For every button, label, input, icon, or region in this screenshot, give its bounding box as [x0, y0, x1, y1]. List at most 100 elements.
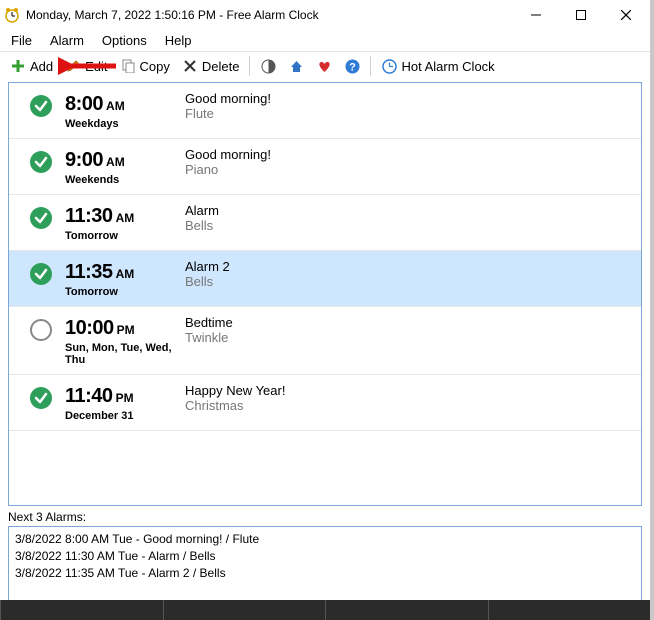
alarm-toggle[interactable]: [17, 259, 65, 285]
alarm-time-cell: 8:00AM Weekdays: [65, 91, 185, 130]
pencil-icon: [65, 58, 81, 74]
copy-icon: [120, 58, 136, 74]
copy-button[interactable]: Copy: [114, 55, 176, 77]
alarm-sound: Twinkle: [185, 330, 635, 345]
home-icon: [288, 58, 304, 74]
alarm-title: Good morning!: [185, 91, 635, 106]
alarm-schedule: Sun, Mon, Tue, Wed, Thu: [65, 342, 185, 366]
hot-alarm-button[interactable]: Hot Alarm Clock: [375, 55, 500, 77]
check-circle-icon: [30, 387, 52, 409]
alarm-sound: Bells: [185, 274, 635, 289]
alarm-ampm: AM: [106, 155, 125, 169]
next-alarm-line: 3/8/2022 11:35 AM Tue - Alarm 2 / Bells: [15, 565, 635, 582]
add-button-label: Add: [30, 59, 53, 74]
alarm-schedule: Tomorrow: [65, 286, 185, 298]
alarm-time-cell: 10:00PM Sun, Mon, Tue, Wed, Thu: [65, 315, 185, 366]
toolbar-separator: [249, 56, 250, 76]
alarm-time: 10:00: [65, 317, 114, 339]
alarm-row[interactable]: 9:00AM WeekendsGood morning!Piano: [9, 139, 641, 195]
home-button[interactable]: [282, 55, 310, 77]
alarm-time-cell: 9:00AM Weekends: [65, 147, 185, 186]
check-circle-icon: [30, 95, 52, 117]
alarm-list[interactable]: 8:00AMWeekdaysGood morning!Flute9:00AMWe…: [8, 82, 642, 506]
app-icon: [4, 7, 20, 23]
help-icon: ?: [344, 58, 360, 74]
alarm-row[interactable]: 11:35AM TomorrowAlarm 2Bells: [9, 251, 641, 307]
statusbar: [0, 600, 650, 620]
alarm-desc-cell: Happy New Year!Christmas: [185, 383, 635, 413]
alarm-sound: Piano: [185, 162, 635, 177]
alarm-title: Alarm: [185, 203, 635, 218]
menu-file[interactable]: File: [2, 31, 41, 50]
alarm-title: Happy New Year!: [185, 383, 635, 398]
alarm-toggle[interactable]: [17, 91, 65, 117]
alarm-row[interactable]: 11:40PMDecember 31Happy New Year!Christm…: [9, 375, 641, 431]
alarm-ampm: PM: [117, 323, 135, 337]
next-alarms-box: 3/8/2022 8:00 AM Tue - Good morning! / F…: [8, 526, 642, 604]
window-title: Monday, March 7, 2022 1:50:16 PM - Free …: [26, 8, 513, 22]
delete-button-label: Delete: [202, 59, 240, 74]
titlebar: Monday, March 7, 2022 1:50:16 PM - Free …: [0, 0, 650, 29]
menu-help[interactable]: Help: [156, 31, 201, 50]
alarm-time: 9:00: [65, 149, 103, 171]
alarm-ampm: PM: [116, 391, 134, 405]
next-alarm-line: 3/8/2022 11:30 AM Tue - Alarm / Bells: [15, 548, 635, 565]
add-button[interactable]: Add: [4, 55, 59, 77]
alarm-toggle[interactable]: [17, 383, 65, 409]
window-controls: [513, 0, 648, 29]
close-button[interactable]: [603, 0, 648, 29]
plus-icon: [10, 58, 26, 74]
alarm-row[interactable]: 11:30AM TomorrowAlarmBells: [9, 195, 641, 251]
alarm-row[interactable]: 10:00PM Sun, Mon, Tue, Wed, ThuBedtimeTwi…: [9, 307, 641, 375]
alarm-time: 8:00: [65, 93, 103, 115]
alarm-toggle[interactable]: [17, 203, 65, 229]
alarm-title: Good morning!: [185, 147, 635, 162]
alarm-time: 11:30: [65, 205, 113, 227]
alarm-time-cell: 11:40PMDecember 31: [65, 383, 185, 422]
next-alarms-label: Next 3 Alarms:: [8, 510, 642, 524]
alarm-time-cell: 11:35AM Tomorrow: [65, 259, 185, 298]
alarm-time-cell: 11:30AM Tomorrow: [65, 203, 185, 242]
alarm-ampm: AM: [116, 267, 135, 281]
alarm-title: Alarm 2: [185, 259, 635, 274]
menubar: File Alarm Options Help: [0, 29, 650, 52]
favorite-button[interactable]: [310, 55, 338, 77]
alarm-schedule: December 31: [65, 410, 185, 422]
hot-alarm-label: Hot Alarm Clock: [401, 59, 494, 74]
delete-button[interactable]: Delete: [176, 55, 246, 77]
alarm-toggle[interactable]: [17, 315, 65, 341]
minimize-button[interactable]: [513, 0, 558, 29]
alarm-sound: Bells: [185, 218, 635, 233]
contrast-button[interactable]: [254, 55, 282, 77]
contrast-icon: [260, 58, 276, 74]
copy-button-label: Copy: [140, 59, 170, 74]
svg-text:?: ?: [349, 61, 356, 73]
alarm-ampm: AM: [106, 99, 125, 113]
edit-button[interactable]: Edit: [59, 55, 113, 77]
alarm-sound: Flute: [185, 106, 635, 121]
alarm-desc-cell: AlarmBells: [185, 203, 635, 233]
menu-options[interactable]: Options: [93, 31, 156, 50]
alarm-schedule: Weekdays: [65, 118, 185, 130]
empty-circle-icon: [30, 319, 52, 341]
alarm-schedule: Tomorrow: [65, 230, 185, 242]
toolbar: Add Edit Copy Delete ? Hot Alarm Clock: [0, 52, 650, 80]
heart-icon: [316, 58, 332, 74]
toolbar-separator: [370, 56, 371, 76]
alarm-title: Bedtime: [185, 315, 635, 330]
alarm-toggle[interactable]: [17, 147, 65, 173]
alarm-desc-cell: Good morning!Piano: [185, 147, 635, 177]
check-circle-icon: [30, 151, 52, 173]
alarm-sound: Christmas: [185, 398, 635, 413]
alarm-schedule: Weekends: [65, 174, 185, 186]
alarm-desc-cell: Alarm 2Bells: [185, 259, 635, 289]
maximize-button[interactable]: [558, 0, 603, 29]
delete-icon: [182, 58, 198, 74]
alarm-time: 11:35: [65, 261, 113, 283]
help-button[interactable]: ?: [338, 55, 366, 77]
alarm-desc-cell: Good morning!Flute: [185, 91, 635, 121]
alarm-row[interactable]: 8:00AM WeekdaysGood morning!Flute: [9, 83, 641, 139]
alarm-ampm: AM: [116, 211, 135, 225]
menu-alarm[interactable]: Alarm: [41, 31, 93, 50]
check-circle-icon: [30, 207, 52, 229]
